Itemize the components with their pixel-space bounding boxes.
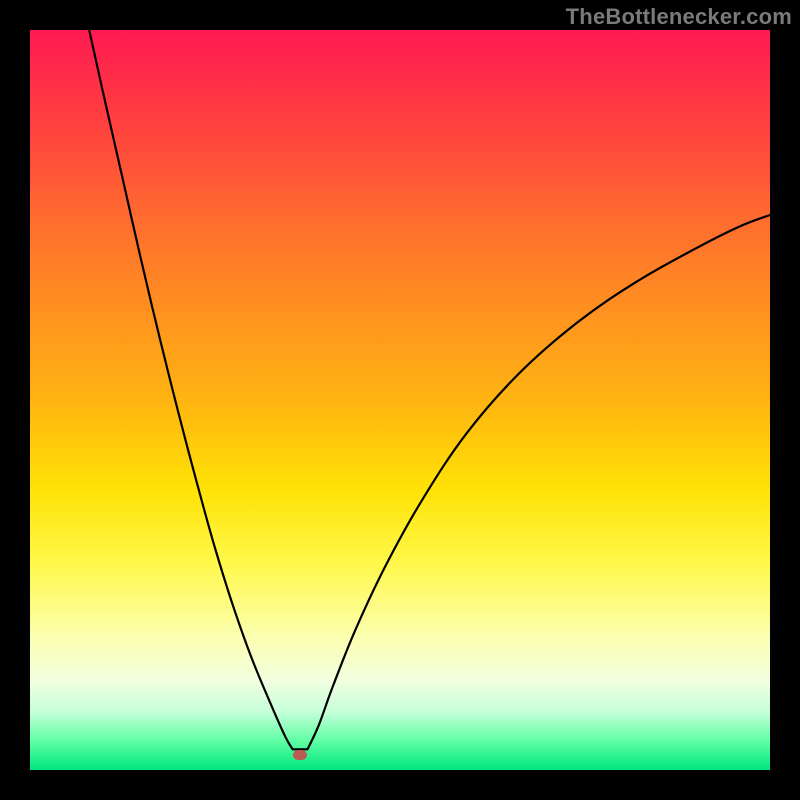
curve-right-branch: [308, 215, 771, 749]
curve-svg: [30, 30, 770, 770]
chart-frame: TheBottlenecker.com: [0, 0, 800, 800]
plot-area: [30, 30, 770, 770]
watermark-text: TheBottlenecker.com: [566, 4, 792, 30]
optimum-marker: [293, 750, 307, 760]
curve-left-branch: [89, 30, 293, 749]
